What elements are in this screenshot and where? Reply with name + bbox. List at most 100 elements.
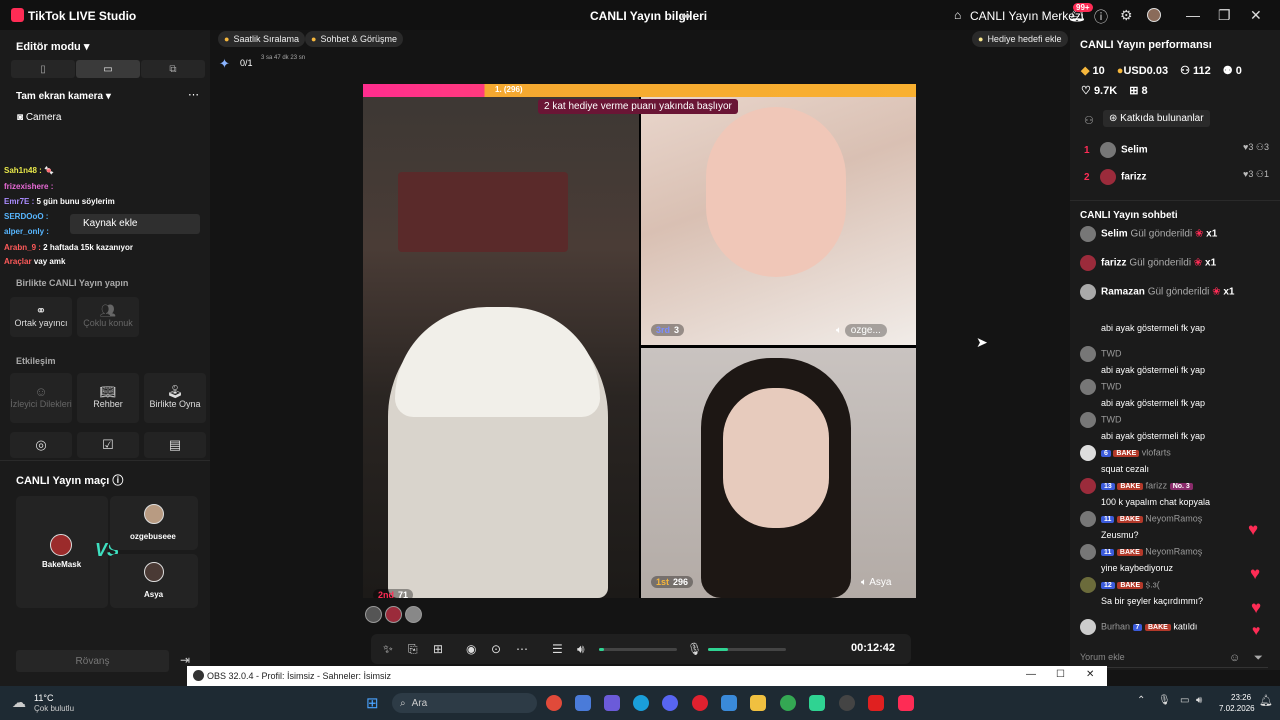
chevron-up-icon[interactable]: ⌃ bbox=[1137, 695, 1145, 706]
gift-goal-button[interactable]: ● Hediye hedefi ekle bbox=[972, 31, 1068, 47]
exit-match-icon[interactable]: ⇥ bbox=[180, 653, 190, 667]
maximize-icon[interactable]: ☐ bbox=[1056, 669, 1065, 680]
chat-meet-pill[interactable]: ● Sohbet & Görüşme bbox=[305, 31, 403, 47]
youtube-icon[interactable] bbox=[868, 695, 884, 711]
mic-volume-slider[interactable] bbox=[708, 648, 786, 651]
chrome-icon[interactable] bbox=[546, 695, 562, 711]
diamond-value: 10 bbox=[1092, 65, 1105, 77]
fullscreen-camera-dropdown[interactable]: Tam ekran kamera ▾ bbox=[16, 91, 111, 102]
clock-date[interactable]: 7.02.2026 bbox=[1219, 704, 1255, 713]
chat-message[interactable]: 11 BAKE NeyomRamoş Zeusmu? bbox=[1080, 511, 1202, 540]
tiktok-taskbar-icon[interactable] bbox=[898, 695, 914, 711]
emoji-icon[interactable]: ☺ bbox=[1229, 652, 1240, 664]
chat-message[interactable]: TWD abi ayak göstermeli fk yap bbox=[1080, 346, 1205, 375]
interaction-button-5[interactable]: ☑ bbox=[77, 432, 139, 458]
effects-icon[interactable]: ✨︎ bbox=[383, 642, 393, 657]
teams-icon[interactable] bbox=[604, 695, 620, 711]
notifications-icon[interactable]: 🔔︎ bbox=[1259, 694, 1273, 707]
opera-icon[interactable] bbox=[692, 695, 708, 711]
split-mode-button[interactable]: ⧉ bbox=[141, 60, 205, 78]
profile-avatar[interactable] bbox=[1147, 8, 1161, 22]
gear-icon[interactable]: ⚙ bbox=[1120, 7, 1133, 24]
camera-switch-icon[interactable]: ⎘ bbox=[408, 642, 418, 657]
more-icon[interactable]: ⋯ bbox=[516, 642, 528, 656]
overlay-user: Emr7E : bbox=[4, 197, 35, 206]
clock-time[interactable]: 23:26 bbox=[1231, 693, 1251, 702]
guide-button[interactable]: 📖︎ Rehber bbox=[77, 373, 139, 423]
gift-count: x1 bbox=[1223, 286, 1235, 298]
play-together-button[interactable]: 🕹︎ Birlikte Oyna bbox=[144, 373, 206, 423]
live-center-link[interactable]: CANLI Yayın Merkezi bbox=[970, 9, 1084, 23]
viewer-wishes-button[interactable]: ☺ İzleyici Dilekleri bbox=[10, 373, 72, 423]
mail-icon[interactable] bbox=[721, 695, 737, 711]
guest-name-chip[interactable]: 🔈︎ Asya bbox=[861, 577, 891, 588]
chat-message[interactable]: Burhan 7 BAKE katıldı bbox=[1080, 619, 1197, 635]
share-icon[interactable]: ➦ bbox=[681, 9, 691, 23]
microphone-icon[interactable]: 🎙︎ bbox=[687, 642, 702, 656]
match-player-opponent-2[interactable]: Asya bbox=[110, 554, 198, 608]
guest-name-chip[interactable]: 🔈︎ ozge... bbox=[836, 324, 887, 337]
obs-taskbar-icon[interactable] bbox=[839, 695, 855, 711]
chrome-profile-icon[interactable] bbox=[780, 695, 796, 711]
close-icon[interactable]: ✕ bbox=[1250, 7, 1262, 24]
minimize-icon[interactable]: — bbox=[1026, 669, 1036, 680]
add-source-button[interactable]: Kaynak ekle bbox=[70, 214, 200, 234]
search-placeholder: Ara bbox=[411, 697, 428, 709]
contributor-row[interactable]: 2 farizz ♥3 ⚇1 bbox=[1084, 169, 1269, 185]
temperature[interactable]: 11°C bbox=[34, 693, 53, 703]
help-icon[interactable]: ⓘ bbox=[1094, 7, 1108, 27]
record-icon[interactable]: ◉ bbox=[466, 642, 476, 656]
network-icon[interactable]: ▭ bbox=[1180, 695, 1189, 706]
close-icon[interactable]: ✕ bbox=[1086, 669, 1094, 680]
contributors-button[interactable]: ⊛ Katkıda bulunanlar bbox=[1103, 110, 1210, 127]
mic-tray-icon[interactable]: 🎙︎ bbox=[1158, 695, 1171, 706]
filter-icon[interactable]: ⏷ bbox=[1254, 652, 1263, 665]
weather-text[interactable]: Çok bulutlu bbox=[34, 704, 74, 713]
editor-mode-dropdown[interactable]: Editör modu ▾ bbox=[16, 40, 89, 53]
rematch-button[interactable]: Rövanş bbox=[16, 650, 169, 672]
hourly-ranking-pill[interactable]: ● Saatlik Sıralama bbox=[218, 31, 305, 47]
rank-score: 296 bbox=[673, 577, 689, 587]
second-rank-chip: 2nd 71 bbox=[373, 589, 414, 598]
chat-message[interactable]: 6 BAKE vlofarts squat cezalı bbox=[1080, 445, 1171, 474]
chat-message[interactable]: 13 BAKE farizz No. 3 100 k yapalım chat k… bbox=[1080, 478, 1210, 507]
user-add-icon[interactable]: ⚇ bbox=[1084, 114, 1094, 127]
chat-message[interactable]: TWD abi ayak göstermeli fk yap bbox=[1080, 379, 1205, 408]
match-player-opponent-1[interactable]: ozgebuseee bbox=[110, 496, 198, 550]
cohost-button[interactable]: ⚭ Ortak yayıncı bbox=[10, 297, 72, 337]
maximize-icon[interactable]: ❐ bbox=[1218, 7, 1231, 24]
store-icon[interactable] bbox=[575, 695, 591, 711]
landscape-mode-button[interactable]: ▭ bbox=[76, 60, 140, 78]
contributor-hearts: 3 bbox=[1248, 142, 1254, 152]
speaker-icon[interactable]: 🔊︎ bbox=[577, 642, 585, 657]
settings-sliders-icon[interactable]: ☰ bbox=[552, 642, 563, 656]
app-icon[interactable] bbox=[809, 695, 825, 711]
overlay-user: SERDOoO : bbox=[4, 212, 49, 221]
interaction-button-6[interactable]: ▤ bbox=[144, 432, 206, 458]
volume-icon[interactable]: 🔊︎ bbox=[1196, 695, 1202, 706]
info-icon[interactable]: ⓘ bbox=[112, 475, 123, 487]
camera-source[interactable]: ◙ Camera bbox=[17, 112, 61, 123]
chat-message[interactable]: 12 BAKE ṩ.ɜ(Sa bir şeyler kaçırdımmı? bbox=[1080, 577, 1203, 606]
taskbar-search[interactable]: ⌕ Ara bbox=[392, 693, 537, 713]
contributor-row[interactable]: 1 Selim ♥3 ⚇3 bbox=[1084, 142, 1269, 158]
message-user: NeyomRamoş bbox=[1145, 546, 1203, 557]
portrait-mode-button[interactable]: ▯ bbox=[11, 60, 75, 78]
chat-message[interactable]: 11 BAKE NeyomRamoş yine kaybediyoruz bbox=[1080, 544, 1202, 573]
more-icon[interactable]: ⋯ bbox=[188, 88, 199, 101]
edge-icon[interactable] bbox=[633, 695, 649, 711]
multi-guest-button[interactable]: 👥︎ Çoklu konuk bbox=[77, 297, 139, 337]
folder-icon[interactable] bbox=[750, 695, 766, 711]
minimize-icon[interactable]: — bbox=[1186, 7, 1200, 23]
obs-window-bar[interactable]: OBS 32.0.4 - Profil: İsimsiz - Sahneler:… bbox=[187, 666, 1107, 686]
discord-icon[interactable] bbox=[662, 695, 678, 711]
chat-message[interactable]: TWD abi ayak göstermeli fk yap bbox=[1080, 412, 1205, 441]
home-icon[interactable]: ⌂ bbox=[954, 8, 961, 22]
speaker-volume-slider[interactable] bbox=[599, 648, 677, 651]
windows-start-icon[interactable]: ⊞ bbox=[366, 694, 379, 712]
snapshot-icon[interactable]: ⊙ bbox=[491, 642, 501, 656]
speaker-icon: 🔈︎ bbox=[836, 325, 842, 336]
chat-message[interactable]: abi ayak göstermeli fk yap bbox=[1080, 313, 1205, 333]
layout-icon[interactable]: ⊞ bbox=[433, 642, 443, 656]
interaction-button-4[interactable]: ◎ bbox=[10, 432, 72, 458]
